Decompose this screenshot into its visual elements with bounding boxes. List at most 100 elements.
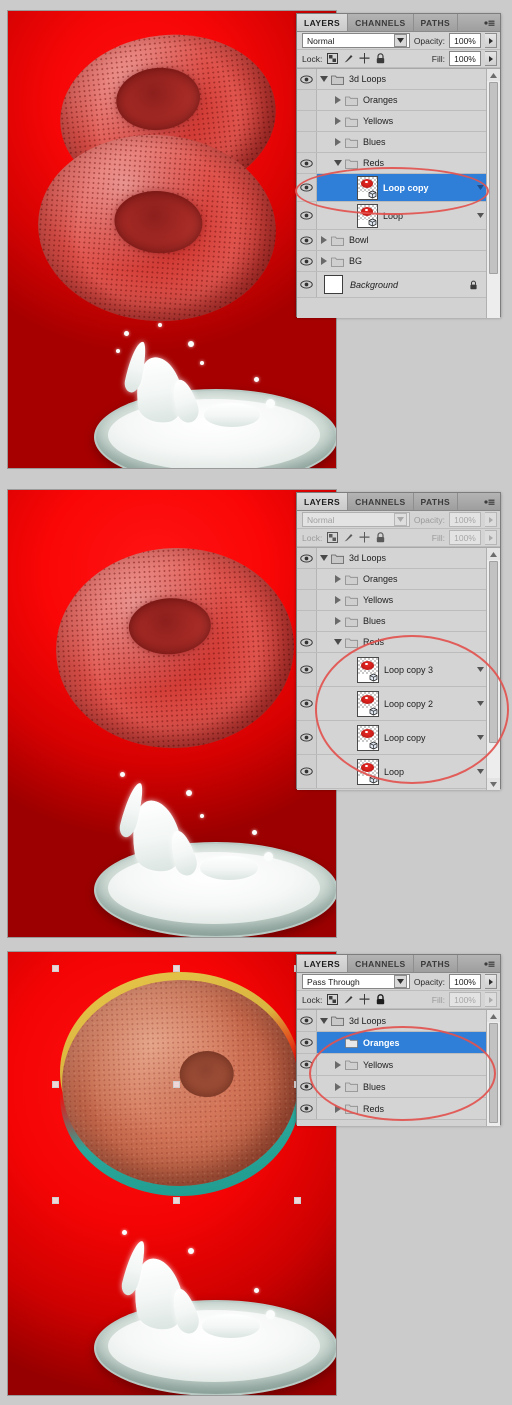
visibility-toggle[interactable] [297, 153, 317, 173]
visibility-toggle[interactable] [297, 111, 317, 131]
panel-menu-icon[interactable] [484, 960, 495, 968]
lock-all-icon[interactable] [374, 53, 386, 65]
transform-handle-middle-left[interactable] [52, 1081, 59, 1088]
transform-handle-center[interactable] [173, 1081, 180, 1088]
expand-triangle-right-icon[interactable] [331, 1076, 345, 1097]
visibility-toggle[interactable] [297, 590, 317, 610]
layer-row-bg[interactable]: BG [297, 251, 500, 272]
layer-thumbnail[interactable] [357, 175, 378, 200]
layer-row-blues[interactable]: Blues [297, 132, 500, 153]
photoshop-canvas-3[interactable] [7, 951, 337, 1396]
tab-paths[interactable]: PATHS [413, 493, 459, 510]
expand-triangle-right-icon[interactable] [331, 111, 345, 131]
expand-triangle-right-icon[interactable] [331, 590, 345, 610]
layer-row-reds[interactable]: Reds [297, 1098, 500, 1120]
visibility-toggle[interactable] [297, 90, 317, 110]
lock-all-icon[interactable] [374, 994, 386, 1006]
layer-row-loop-copy-2[interactable]: Loop copy 2 [297, 687, 500, 721]
tab-paths[interactable]: PATHS [413, 955, 459, 972]
expand-triangle-down-icon[interactable] [317, 548, 331, 568]
photoshop-canvas-2[interactable] [7, 489, 337, 938]
layer-list-3[interactable]: 3d Loops Oranges Yellows Blues Reds [297, 1009, 500, 1126]
visibility-toggle[interactable] [297, 174, 317, 201]
transform-handle-bottom-left[interactable] [52, 1197, 59, 1204]
blend-mode-select[interactable]: Pass Through [302, 974, 410, 989]
visibility-toggle[interactable] [297, 230, 317, 250]
layer-row-yellows[interactable]: Yellows [297, 590, 500, 611]
layer-options-caret-icon[interactable] [477, 667, 484, 672]
transform-handle-top-left[interactable] [52, 965, 59, 972]
layer-options-caret-icon[interactable] [477, 735, 484, 740]
lock-image-icon[interactable] [342, 994, 354, 1006]
visibility-toggle[interactable] [297, 132, 317, 152]
visibility-toggle[interactable] [297, 721, 317, 754]
tab-paths[interactable]: PATHS [413, 14, 459, 31]
layer-row-blues[interactable]: Blues [297, 1076, 500, 1098]
fill-stepper[interactable] [485, 992, 497, 1007]
visibility-toggle[interactable] [297, 202, 317, 229]
visibility-toggle[interactable] [297, 1032, 317, 1053]
layer-thumbnail[interactable] [357, 724, 379, 751]
layer-row-oranges[interactable]: Oranges [297, 569, 500, 590]
layer-row-loop[interactable]: Loop [297, 202, 500, 230]
blend-mode-row[interactable]: Normal Opacity: 100% [297, 511, 500, 529]
expand-triangle-right-icon[interactable] [331, 611, 345, 631]
lock-row[interactable]: Lock: Fill: 100% [297, 991, 500, 1009]
visibility-toggle[interactable] [297, 687, 317, 720]
layer-thumbnail[interactable] [357, 203, 378, 228]
panel-menu-icon[interactable] [484, 498, 495, 506]
lock-row[interactable]: Lock: Fill: 100% [297, 50, 500, 68]
chevron-down-icon[interactable] [393, 975, 407, 988]
scroll-up-arrow-icon[interactable] [487, 69, 500, 81]
lock-row[interactable]: Lock: Fill: 100% [297, 529, 500, 547]
tab-channels[interactable]: CHANNELS [348, 955, 414, 972]
visibility-toggle[interactable] [297, 1010, 317, 1031]
blend-mode-select[interactable]: Normal [302, 512, 410, 527]
visibility-toggle[interactable] [297, 1098, 317, 1119]
visibility-toggle[interactable] [297, 611, 317, 631]
layer-row-loop-copy[interactable]: Loop copy [297, 721, 500, 755]
opacity-input[interactable]: 100% [449, 33, 481, 48]
layer-row-3d-loops[interactable]: 3d Loops [297, 69, 500, 90]
expand-triangle-down-icon[interactable] [331, 632, 345, 652]
layer-row-blues[interactable]: Blues [297, 611, 500, 632]
blend-mode-select[interactable]: Normal [302, 33, 410, 48]
visibility-toggle[interactable] [297, 755, 317, 788]
lock-position-icon[interactable] [358, 994, 370, 1006]
expand-triangle-down-icon[interactable] [317, 69, 331, 89]
layer-row-bowl[interactable]: Bowl [297, 230, 500, 251]
layer-row-reds[interactable]: Reds [297, 153, 500, 174]
lock-transparency-icon[interactable] [326, 53, 338, 65]
tab-layers[interactable]: LAYERS [297, 955, 349, 972]
layer-row-loop[interactable]: Loop [297, 755, 500, 789]
transform-handle-bottom-right[interactable] [294, 1197, 301, 1204]
scrollbar-thumb[interactable] [489, 561, 498, 743]
visibility-toggle[interactable] [297, 569, 317, 589]
fill-input[interactable]: 100% [449, 51, 481, 66]
layer-options-caret-icon[interactable] [477, 701, 484, 706]
blend-mode-row[interactable]: Pass Through Opacity: 100% [297, 973, 500, 991]
opacity-stepper[interactable] [485, 33, 497, 48]
layer-list-scrollbar[interactable] [486, 1010, 500, 1126]
expand-triangle-down-icon[interactable] [331, 153, 345, 173]
fill-stepper[interactable] [485, 51, 497, 66]
layer-options-caret-icon[interactable] [477, 769, 484, 774]
scrollbar-thumb[interactable] [489, 1023, 498, 1123]
lock-image-icon[interactable] [342, 532, 354, 544]
scroll-up-arrow-icon[interactable] [487, 1010, 500, 1022]
layer-row-3d-loops[interactable]: 3d Loops [297, 1010, 500, 1032]
layer-row-oranges[interactable]: Oranges [297, 90, 500, 111]
layer-list-scrollbar[interactable] [486, 548, 500, 790]
scrollbar-thumb[interactable] [489, 82, 498, 274]
expand-triangle-right-icon[interactable] [331, 132, 345, 152]
scroll-up-arrow-icon[interactable] [487, 548, 500, 560]
layer-list-1[interactable]: 3d Loops Oranges Yellows Blues Reds Loop… [297, 68, 500, 318]
layer-row-loop-copy[interactable]: Loop copy [297, 174, 500, 202]
layer-row-yellows[interactable]: Yellows [297, 111, 500, 132]
opacity-stepper[interactable] [485, 974, 497, 989]
tab-channels[interactable]: CHANNELS [348, 14, 414, 31]
layer-options-caret-icon[interactable] [477, 185, 484, 190]
layers-panel-2[interactable]: LAYERS CHANNELS PATHS Normal Opacity: 10… [296, 492, 509, 790]
layer-row-background[interactable]: Background [297, 272, 500, 298]
layer-options-caret-icon[interactable] [477, 213, 484, 218]
